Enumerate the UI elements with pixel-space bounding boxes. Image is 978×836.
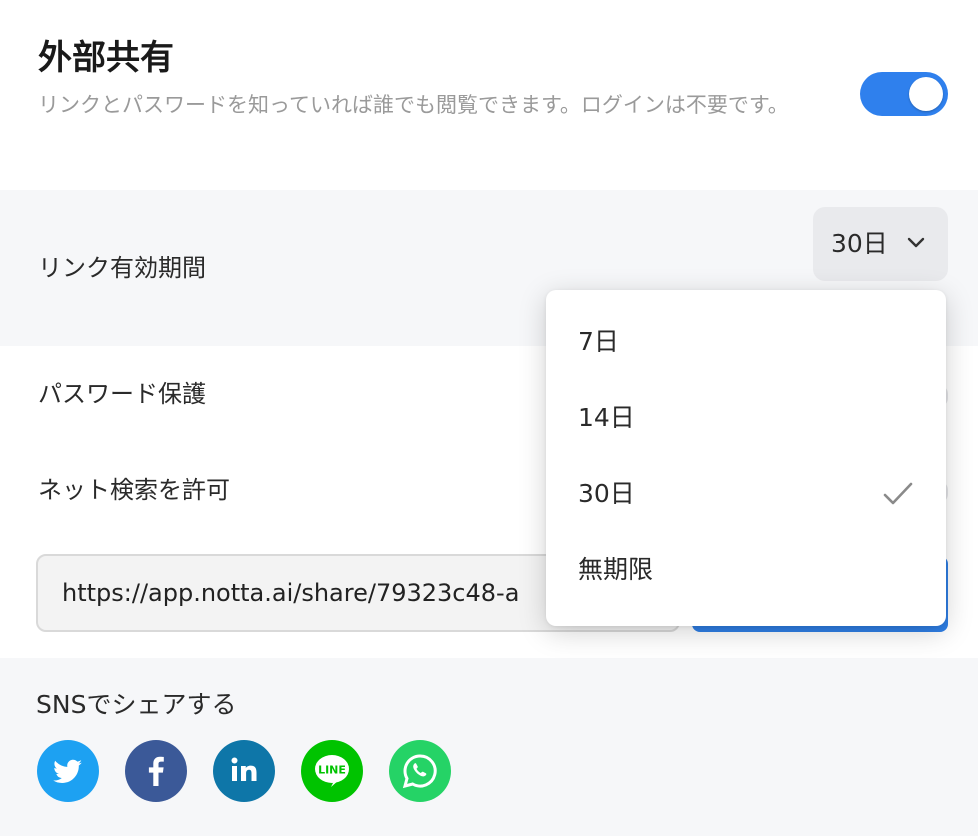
- chevron-down-icon: [907, 237, 925, 248]
- sns-share-label: SNSでシェアする: [36, 690, 237, 719]
- option-label: 30日: [578, 479, 635, 508]
- facebook-icon: [148, 756, 164, 786]
- password-protect-label: パスワード保護: [38, 380, 206, 408]
- facebook-share-button[interactable]: [125, 740, 187, 802]
- expiry-select[interactable]: 30日: [813, 207, 948, 281]
- expiry-option-14d[interactable]: 14日: [546, 382, 946, 458]
- toggle-knob: [909, 77, 943, 111]
- checkmark-icon: [883, 482, 913, 505]
- option-label: 14日: [578, 403, 635, 432]
- expiry-option-30d[interactable]: 30日: [546, 458, 946, 534]
- external-share-toggle[interactable]: [860, 72, 948, 116]
- net-search-label: ネット検索を許可: [38, 476, 230, 504]
- line-share-button[interactable]: LINE: [301, 740, 363, 802]
- whatsapp-icon: [402, 754, 437, 789]
- expiry-option-7d[interactable]: 7日: [546, 306, 946, 382]
- option-label: 7日: [578, 327, 619, 356]
- share-url-text: https://app.notta.ai/share/79323c48-a: [62, 579, 520, 607]
- section-description: リンクとパスワードを知っていれば誰でも閲覧できます。ログインは不要です。: [38, 93, 789, 117]
- expiry-dropdown-menu: 7日 14日 30日 無期限: [546, 290, 946, 626]
- twitter-share-button[interactable]: [37, 740, 99, 802]
- linkedin-share-button[interactable]: [213, 740, 275, 802]
- expiry-option-unlimited[interactable]: 無期限: [546, 534, 946, 610]
- expiry-label: リンク有効期間: [38, 254, 206, 282]
- svg-text:LINE: LINE: [318, 764, 346, 777]
- option-label: 無期限: [578, 555, 654, 584]
- section-title: 外部共有: [38, 38, 174, 78]
- expiry-selected-value: 30日: [831, 229, 888, 258]
- twitter-icon: [53, 759, 82, 783]
- line-icon: LINE: [315, 755, 349, 787]
- whatsapp-share-button[interactable]: [389, 740, 451, 802]
- linkedin-icon: [231, 757, 257, 781]
